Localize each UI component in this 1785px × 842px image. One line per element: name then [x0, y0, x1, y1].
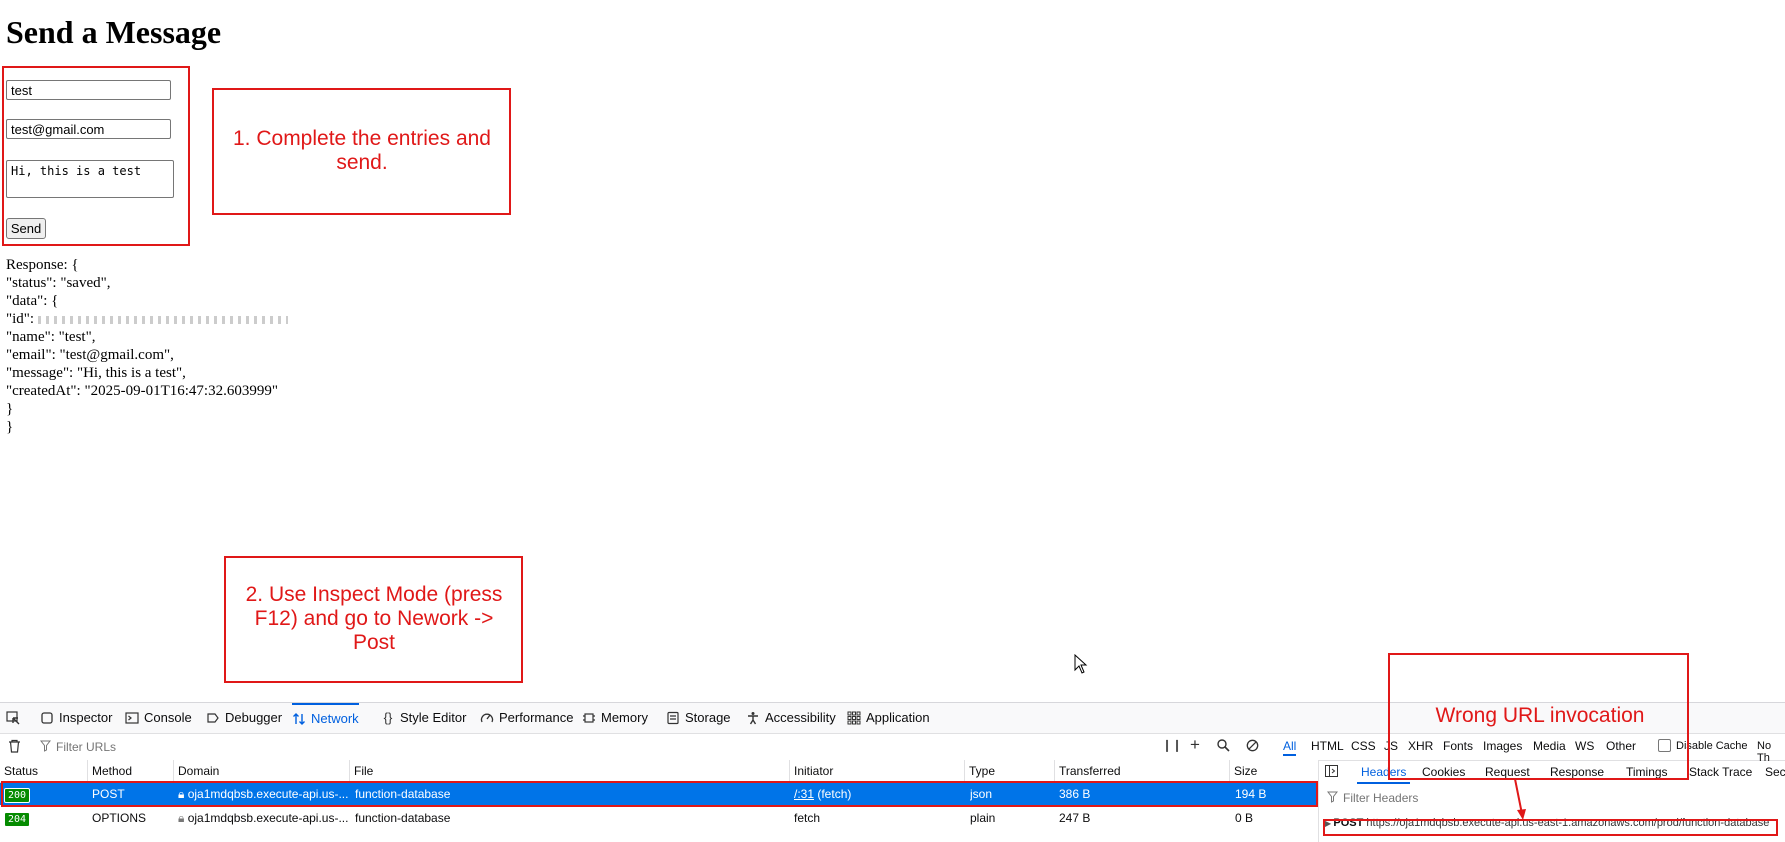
column-initiator[interactable]: Initiator [790, 760, 965, 782]
performance-icon [480, 711, 494, 725]
filter-urls-input[interactable] [54, 737, 958, 757]
arrow-icon [1514, 778, 1526, 820]
tab-label: Application [866, 710, 930, 725]
response-line: "createdAt": "2025-09-01T16:47:32.603999… [6, 383, 278, 399]
tab-console[interactable]: Console [125, 703, 192, 733]
tab-application[interactable]: Application [847, 703, 930, 733]
transferred-cell: 247 B [1059, 811, 1091, 825]
type-filter-html[interactable]: HTML [1311, 739, 1344, 753]
tab-security[interactable]: Sec [1765, 765, 1785, 779]
tab-label: Inspector [59, 710, 113, 725]
filter-headers-input[interactable] [1341, 788, 1745, 808]
plus-icon[interactable]: + [1190, 735, 1200, 755]
status-badge: 204 [4, 812, 31, 827]
network-icon [292, 712, 306, 726]
request-table-header: Status Method Domain File Initiator Type… [0, 760, 1318, 783]
type-cell: plain [970, 811, 996, 825]
method-cell: OPTIONS [92, 811, 147, 825]
pause-icon[interactable]: ❙❙ [1162, 738, 1182, 752]
tab-inspector[interactable]: Inspector [40, 703, 112, 733]
console-icon [125, 711, 139, 725]
tab-performance[interactable]: Performance [480, 703, 573, 733]
url-highlight-box [1323, 819, 1778, 836]
tab-label: Style Editor [400, 710, 467, 725]
tab-label: Performance [499, 710, 574, 725]
response-line: "status": "saved", [6, 275, 111, 291]
column-method[interactable]: Method [88, 760, 174, 782]
note2-text: 2. Use Inspect Mode (press F12) and go t… [245, 583, 503, 654]
tab-label: Storage [685, 710, 731, 725]
column-file[interactable]: File [350, 760, 790, 782]
search-icon[interactable] [1217, 739, 1230, 755]
response-line-id: "id": [6, 310, 288, 328]
column-type[interactable]: Type [965, 760, 1055, 782]
application-icon [847, 711, 861, 725]
tab-label: Memory [601, 710, 648, 725]
storage-icon [666, 711, 680, 725]
style-editor-icon: {} [383, 710, 393, 725]
mouse-cursor-icon [1074, 654, 1088, 674]
response-line: "email": "test@gmail.com", [6, 347, 174, 363]
email-input[interactable] [6, 119, 171, 139]
column-domain[interactable]: Domain [174, 760, 350, 782]
tab-storage[interactable]: Storage [666, 703, 731, 733]
send-button[interactable]: Send [6, 218, 46, 239]
response-line: Response: { [6, 257, 79, 273]
element-picker-button[interactable] [6, 703, 20, 733]
page-title: Send a Message [6, 14, 222, 50]
type-filter-css[interactable]: CSS [1351, 739, 1376, 753]
domain-text: oja1mdqbsb.execute-api.us-... [187, 811, 348, 825]
table-row[interactable]: 204 OPTIONS 🔒︎ oja1mdqbsb.execute-api.us… [0, 807, 1318, 829]
file-cell: function-database [355, 811, 451, 825]
tab-label: Console [144, 710, 192, 725]
lock-icon: 🔒︎ [178, 811, 188, 825]
response-output: Response: { "status": "saved", "data": {… [6, 256, 288, 436]
size-cell: 0 B [1235, 811, 1254, 825]
response-line: "message": "Hi, this is a test", [6, 365, 186, 381]
element-picker-icon [6, 711, 20, 725]
column-transferred[interactable]: Transferred [1055, 760, 1230, 782]
column-size[interactable]: Size [1230, 760, 1318, 782]
post-row-highlight [1, 781, 1318, 807]
block-icon[interactable] [1246, 739, 1259, 755]
response-line: "name": "test", [6, 329, 96, 345]
inspector-icon [40, 711, 54, 725]
redacted-id [37, 315, 288, 324]
tab-label: Accessibility [765, 710, 836, 725]
domain-cell: 🔒︎ oja1mdqbsb.execute-api.us-... [178, 807, 348, 829]
response-line: } [6, 419, 14, 435]
response-line: "id": [6, 311, 38, 327]
trash-icon[interactable] [8, 739, 21, 756]
tab-label: Network [311, 711, 359, 726]
tab-label: Debugger [225, 710, 283, 725]
message-textarea[interactable] [6, 160, 174, 198]
tab-debugger[interactable]: Debugger [206, 703, 282, 733]
column-status[interactable]: Status [0, 760, 88, 782]
note1-text: 1. Complete the entries and send. [233, 127, 491, 174]
name-input[interactable] [6, 80, 171, 100]
initiator-cell: fetch [794, 811, 821, 825]
toggle-panel-icon[interactable] [1325, 765, 1338, 780]
status-cell: 204 [4, 807, 31, 829]
tab-style-editor[interactable]: {} Style Editor [381, 703, 467, 733]
tab-accessibility[interactable]: Accessibility [746, 703, 836, 733]
accessibility-icon [746, 711, 760, 725]
note3-text: Wrong URL invocation [1435, 704, 1645, 727]
debugger-icon [206, 711, 220, 725]
type-filter-all[interactable]: All [1283, 739, 1297, 756]
filter-icon [1326, 791, 1339, 806]
response-line: } [6, 401, 14, 417]
tab-stack-trace[interactable]: Stack Trace [1689, 765, 1752, 779]
response-line: "data": { [6, 293, 59, 309]
filter-icon [39, 740, 52, 755]
tab-memory[interactable]: Memory [582, 703, 648, 733]
tab-network[interactable]: Network [292, 703, 359, 733]
memory-icon [582, 711, 596, 725]
